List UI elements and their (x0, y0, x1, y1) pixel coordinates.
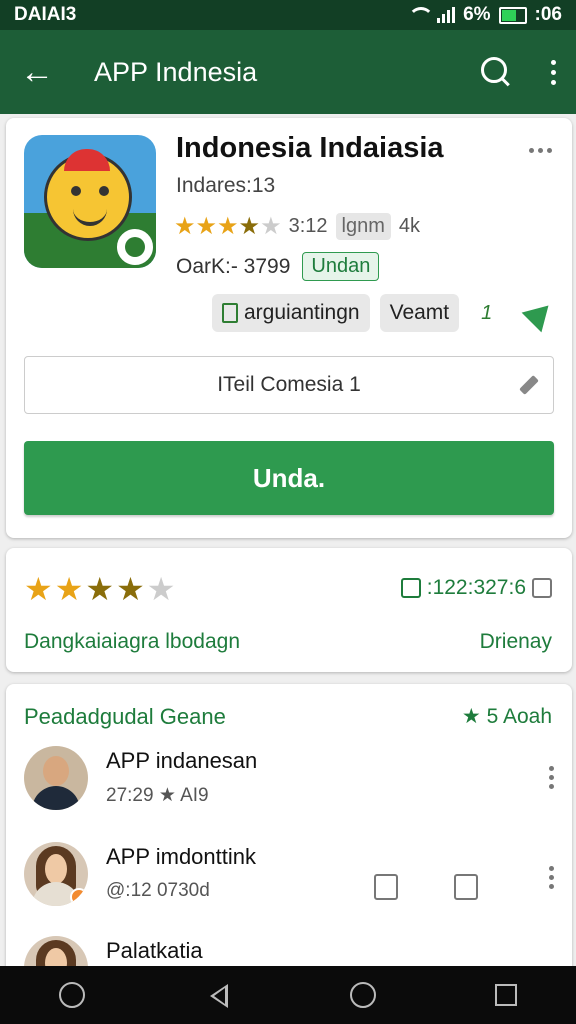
rating-count: :122:327:6 (400, 576, 552, 600)
thumbs-down-icon[interactable] (532, 578, 552, 598)
rating-value: 3:12 (288, 215, 328, 237)
status-time: :06 (534, 4, 562, 25)
review-item[interactable]: APP imdonttink @:12 0730d (24, 842, 554, 922)
clipboard-icon[interactable] (374, 874, 398, 900)
nav-recent-icon[interactable] (494, 984, 517, 1006)
rating-count-text: :122:327:6 (426, 576, 526, 599)
review-item[interactable]: APP indanesan 27:29 ★ AI9 (24, 746, 554, 826)
install-button[interactable]: Unda. (24, 441, 554, 515)
rating-row: ★ ★ ★ ★ ★ 3:12 lgnm 4k (174, 212, 420, 241)
status-left-text: DAIAI3 (14, 4, 77, 25)
badge-icon (70, 888, 88, 906)
section-link-text: 5 Aoah (486, 705, 552, 728)
back-arrow-icon[interactable]: ← (20, 55, 68, 89)
chip-secondary-label: Veamt (389, 301, 450, 324)
chip-primary[interactable]: arguiantingn (212, 294, 370, 332)
rating-stars-large: ★ ★ ★ ★ ★ (24, 571, 178, 607)
meta-label: OarK:- 3799 (176, 254, 291, 278)
developer-name[interactable]: Indares:13 (176, 174, 275, 198)
chips-row: arguiantingn Veamt 1 (212, 294, 556, 332)
status-bar: DAIAI3 6% :06 (0, 0, 576, 30)
whatsapp-badge-icon (114, 226, 156, 268)
more-horiz-icon[interactable] (529, 148, 552, 153)
search-icon[interactable] (479, 55, 513, 89)
info-field[interactable]: ITeil Comesia 1 (24, 356, 554, 414)
app-name: Indonesia Indaiasia (176, 132, 444, 164)
avatar (24, 746, 88, 810)
rating-size: lgnm (335, 213, 391, 240)
signal-icon (437, 7, 456, 23)
meta-badge[interactable]: Undan (302, 252, 380, 281)
battery-icon (498, 6, 527, 24)
thumbs-up-icon[interactable] (400, 578, 421, 598)
rating-right-link[interactable]: Drienay (480, 630, 552, 654)
review-name: Palatkatia (106, 938, 203, 963)
more-vert-icon[interactable] (551, 59, 556, 85)
status-icons: 6% :06 (407, 4, 562, 26)
chip-primary-label: arguiantingn (244, 301, 360, 324)
app-header-card: Indonesia Indaiasia Indares:13 ★ ★ ★ ★ ★ 3:1… (6, 118, 572, 538)
rating-left-link[interactable]: Dangkaiaiagra lbodagn (24, 630, 240, 654)
rating-card: ★ ★ ★ ★ ★ :122:327:6 Dangkaiaiagra lbodagn D… (6, 548, 572, 672)
meta-row: OarK:- 3799 Undan (176, 252, 380, 281)
chip-count: 1 (481, 301, 493, 324)
info-field-text: ITeil Comesia 1 (217, 373, 361, 396)
chip-secondary[interactable]: Veamt (379, 294, 460, 332)
app-icon (24, 135, 156, 268)
wifi-icon (407, 7, 435, 23)
downloads: 4k (398, 215, 420, 237)
section-link[interactable]: ★ 5 Aoah (462, 704, 552, 729)
more-vert-icon[interactable] (549, 766, 554, 789)
bag-icon (222, 303, 238, 323)
review-sub: 27:29 ★ AI9 (106, 785, 209, 806)
lock-icon[interactable] (454, 874, 478, 900)
app-bar: ← APP Indnesia (0, 30, 576, 114)
section-title: Peadadgudal Geane (24, 704, 226, 729)
system-nav-bar (0, 966, 576, 1024)
share-icon[interactable] (522, 298, 556, 328)
reviews-card: Peadadgudal Geane ★ 5 Aoah APP indanesan… (6, 684, 572, 984)
assistant-icon[interactable] (59, 982, 86, 1008)
rating-stars: ★ ★ ★ ★ ★ (174, 213, 282, 240)
page-title: APP Indnesia (94, 56, 258, 87)
review-sub: @:12 0730d (106, 880, 210, 901)
pin-icon[interactable] (515, 373, 539, 397)
battery-text: 6% (463, 4, 491, 25)
nav-back-icon[interactable] (204, 981, 232, 1009)
nav-home-icon[interactable] (350, 982, 377, 1008)
avatar (24, 842, 88, 906)
review-name: APP indanesan (106, 748, 258, 773)
review-name: APP imdonttink (106, 844, 257, 869)
more-vert-icon[interactable] (549, 866, 554, 889)
